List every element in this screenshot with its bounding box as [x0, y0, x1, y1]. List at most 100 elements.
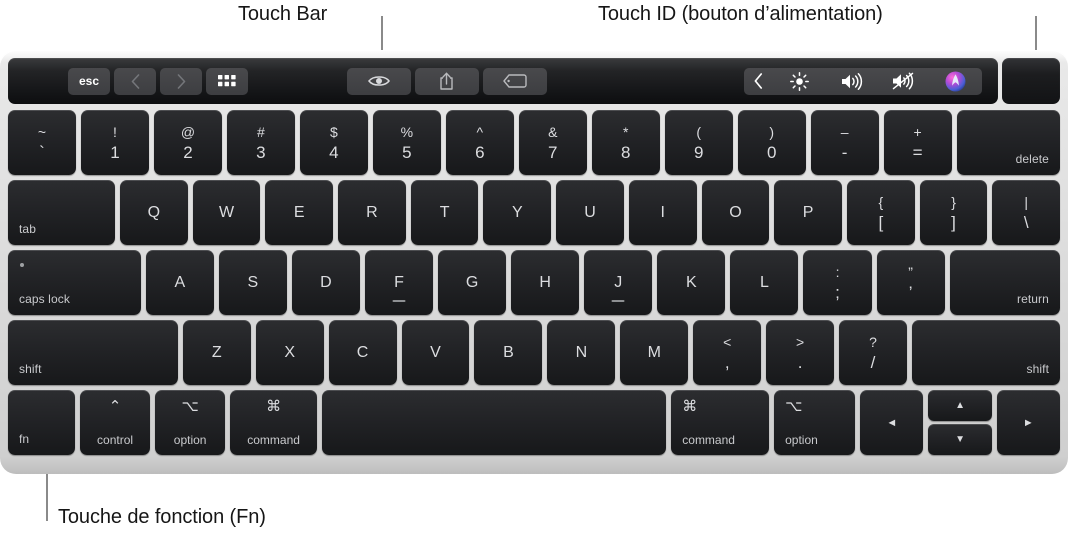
key-quote[interactable]: ” ’ — [876, 250, 945, 315]
key-j[interactable]: J — [584, 250, 653, 315]
option-symbol-icon: ⌥ — [181, 398, 199, 415]
key-label: S — [247, 273, 259, 291]
key-label: W — [218, 203, 235, 221]
key-legend-top: % — [400, 123, 414, 140]
key-y[interactable]: Y — [483, 180, 552, 245]
key-l[interactable]: L — [730, 250, 799, 315]
esc-button[interactable]: esc — [68, 67, 110, 95]
mute-button[interactable] — [877, 67, 930, 95]
tag-icon — [502, 74, 527, 88]
key-legend-bottom: / — [870, 352, 876, 372]
touch-bar-region: esc — [8, 58, 1060, 104]
key-label: shift — [1026, 362, 1050, 376]
key-3[interactable]: # 3 — [226, 110, 295, 175]
key-z[interactable]: Z — [182, 320, 251, 385]
key-c[interactable]: C — [328, 320, 397, 385]
back-button[interactable] — [114, 67, 156, 95]
key-return[interactable]: return — [949, 250, 1060, 315]
key-2[interactable]: @ 2 — [153, 110, 222, 175]
key-equal[interactable]: + = — [883, 110, 952, 175]
key-semicolon[interactable]: : ; — [803, 250, 872, 315]
key-legend-top: # — [256, 123, 265, 140]
key-6[interactable]: ^ 6 — [445, 110, 514, 175]
key-i[interactable]: I — [628, 180, 697, 245]
key-shift-left[interactable]: shift — [8, 320, 178, 385]
volume-button[interactable] — [825, 67, 878, 95]
key-8[interactable]: * 8 — [591, 110, 660, 175]
key-o[interactable]: O — [701, 180, 770, 245]
key-4[interactable]: $ 4 — [299, 110, 368, 175]
key-7[interactable]: & 7 — [518, 110, 587, 175]
key-option-right[interactable]: ⌥ option — [774, 390, 856, 455]
key-e[interactable]: E — [265, 180, 334, 245]
key-k[interactable]: K — [657, 250, 726, 315]
key-w[interactable]: W — [192, 180, 261, 245]
key-9[interactable]: ( 9 — [664, 110, 733, 175]
quick-look-button[interactable] — [346, 67, 411, 95]
key-g[interactable]: G — [438, 250, 507, 315]
key-s[interactable]: S — [218, 250, 287, 315]
key-command-right[interactable]: ⌘ command — [671, 390, 770, 455]
key-label: F — [394, 273, 404, 291]
esc-label: esc — [78, 74, 100, 88]
touch-bar[interactable]: esc — [8, 58, 998, 104]
key-fn[interactable]: fn — [8, 390, 75, 455]
key-b[interactable]: B — [474, 320, 543, 385]
key-arrow-up[interactable]: ▲ — [928, 390, 992, 421]
touch-bar-left-group: esc — [68, 67, 248, 95]
app-expose-button[interactable] — [206, 67, 248, 95]
key-control[interactable]: ⌃ control — [79, 390, 151, 455]
key-grave[interactable]: ~ ` — [8, 110, 76, 175]
key-slash[interactable]: ? / — [839, 320, 907, 385]
key-caps-lock[interactable]: caps lock — [8, 250, 141, 315]
key-x[interactable]: X — [255, 320, 324, 385]
key-5[interactable]: % 5 — [372, 110, 441, 175]
tag-button[interactable] — [482, 67, 547, 95]
key-command-left[interactable]: ⌘ command — [230, 390, 318, 455]
key-q[interactable]: Q — [119, 180, 188, 245]
key-row-shift: shift Z X C V B N M < , > . ? / shift — [8, 320, 1061, 385]
key-shift-right[interactable]: shift — [912, 320, 1061, 385]
forward-button[interactable] — [160, 67, 202, 95]
key-bracket-left[interactable]: { [ — [846, 180, 915, 245]
key-legend-top: * — [623, 123, 629, 140]
callout-label-touch-bar: Touch Bar — [238, 3, 328, 25]
key-arrow-updown-group: ▲ ▼ — [928, 390, 992, 455]
key-arrow-right[interactable]: ► — [996, 390, 1060, 455]
key-n[interactable]: N — [547, 320, 616, 385]
key-delete[interactable]: delete — [956, 110, 1060, 175]
key-d[interactable]: D — [291, 250, 360, 315]
key-arrow-left[interactable]: ◄ — [860, 390, 924, 455]
key-p[interactable]: P — [774, 180, 842, 245]
key-bracket-right[interactable]: } ] — [919, 180, 988, 245]
key-backslash[interactable]: | \ — [992, 180, 1061, 245]
siri-button[interactable] — [929, 67, 982, 95]
key-minus[interactable]: – - — [810, 110, 879, 175]
key-u[interactable]: U — [556, 180, 624, 245]
key-v[interactable]: V — [401, 320, 470, 385]
key-legend-top: | — [1024, 193, 1029, 210]
key-tab[interactable]: tab — [8, 180, 115, 245]
expand-control-strip-button[interactable] — [743, 67, 774, 95]
key-period[interactable]: > . — [766, 320, 835, 385]
key-option-left[interactable]: ⌥ option — [155, 390, 226, 455]
key-m[interactable]: M — [620, 320, 689, 385]
eye-icon — [367, 76, 390, 86]
key-row-bottom: fn ⌃ control ⌥ option ⌘ command ⌘ comman… — [8, 390, 1060, 455]
key-1[interactable]: ! 1 — [80, 110, 149, 175]
touch-id-key[interactable] — [1002, 58, 1060, 104]
key-r[interactable]: R — [338, 180, 406, 245]
key-legend-bottom: 1 — [110, 142, 120, 162]
share-button[interactable] — [414, 67, 479, 95]
key-legend-top: ) — [769, 123, 774, 140]
brightness-button[interactable] — [773, 67, 826, 95]
key-0[interactable]: ) 0 — [737, 110, 806, 175]
key-f[interactable]: F — [365, 250, 434, 315]
key-comma[interactable]: < , — [693, 320, 762, 385]
key-label: H — [539, 273, 551, 291]
key-arrow-down[interactable]: ▼ — [928, 424, 992, 455]
key-a[interactable]: A — [145, 250, 214, 315]
key-h[interactable]: H — [511, 250, 580, 315]
key-t[interactable]: T — [410, 180, 479, 245]
key-space[interactable] — [322, 390, 667, 455]
